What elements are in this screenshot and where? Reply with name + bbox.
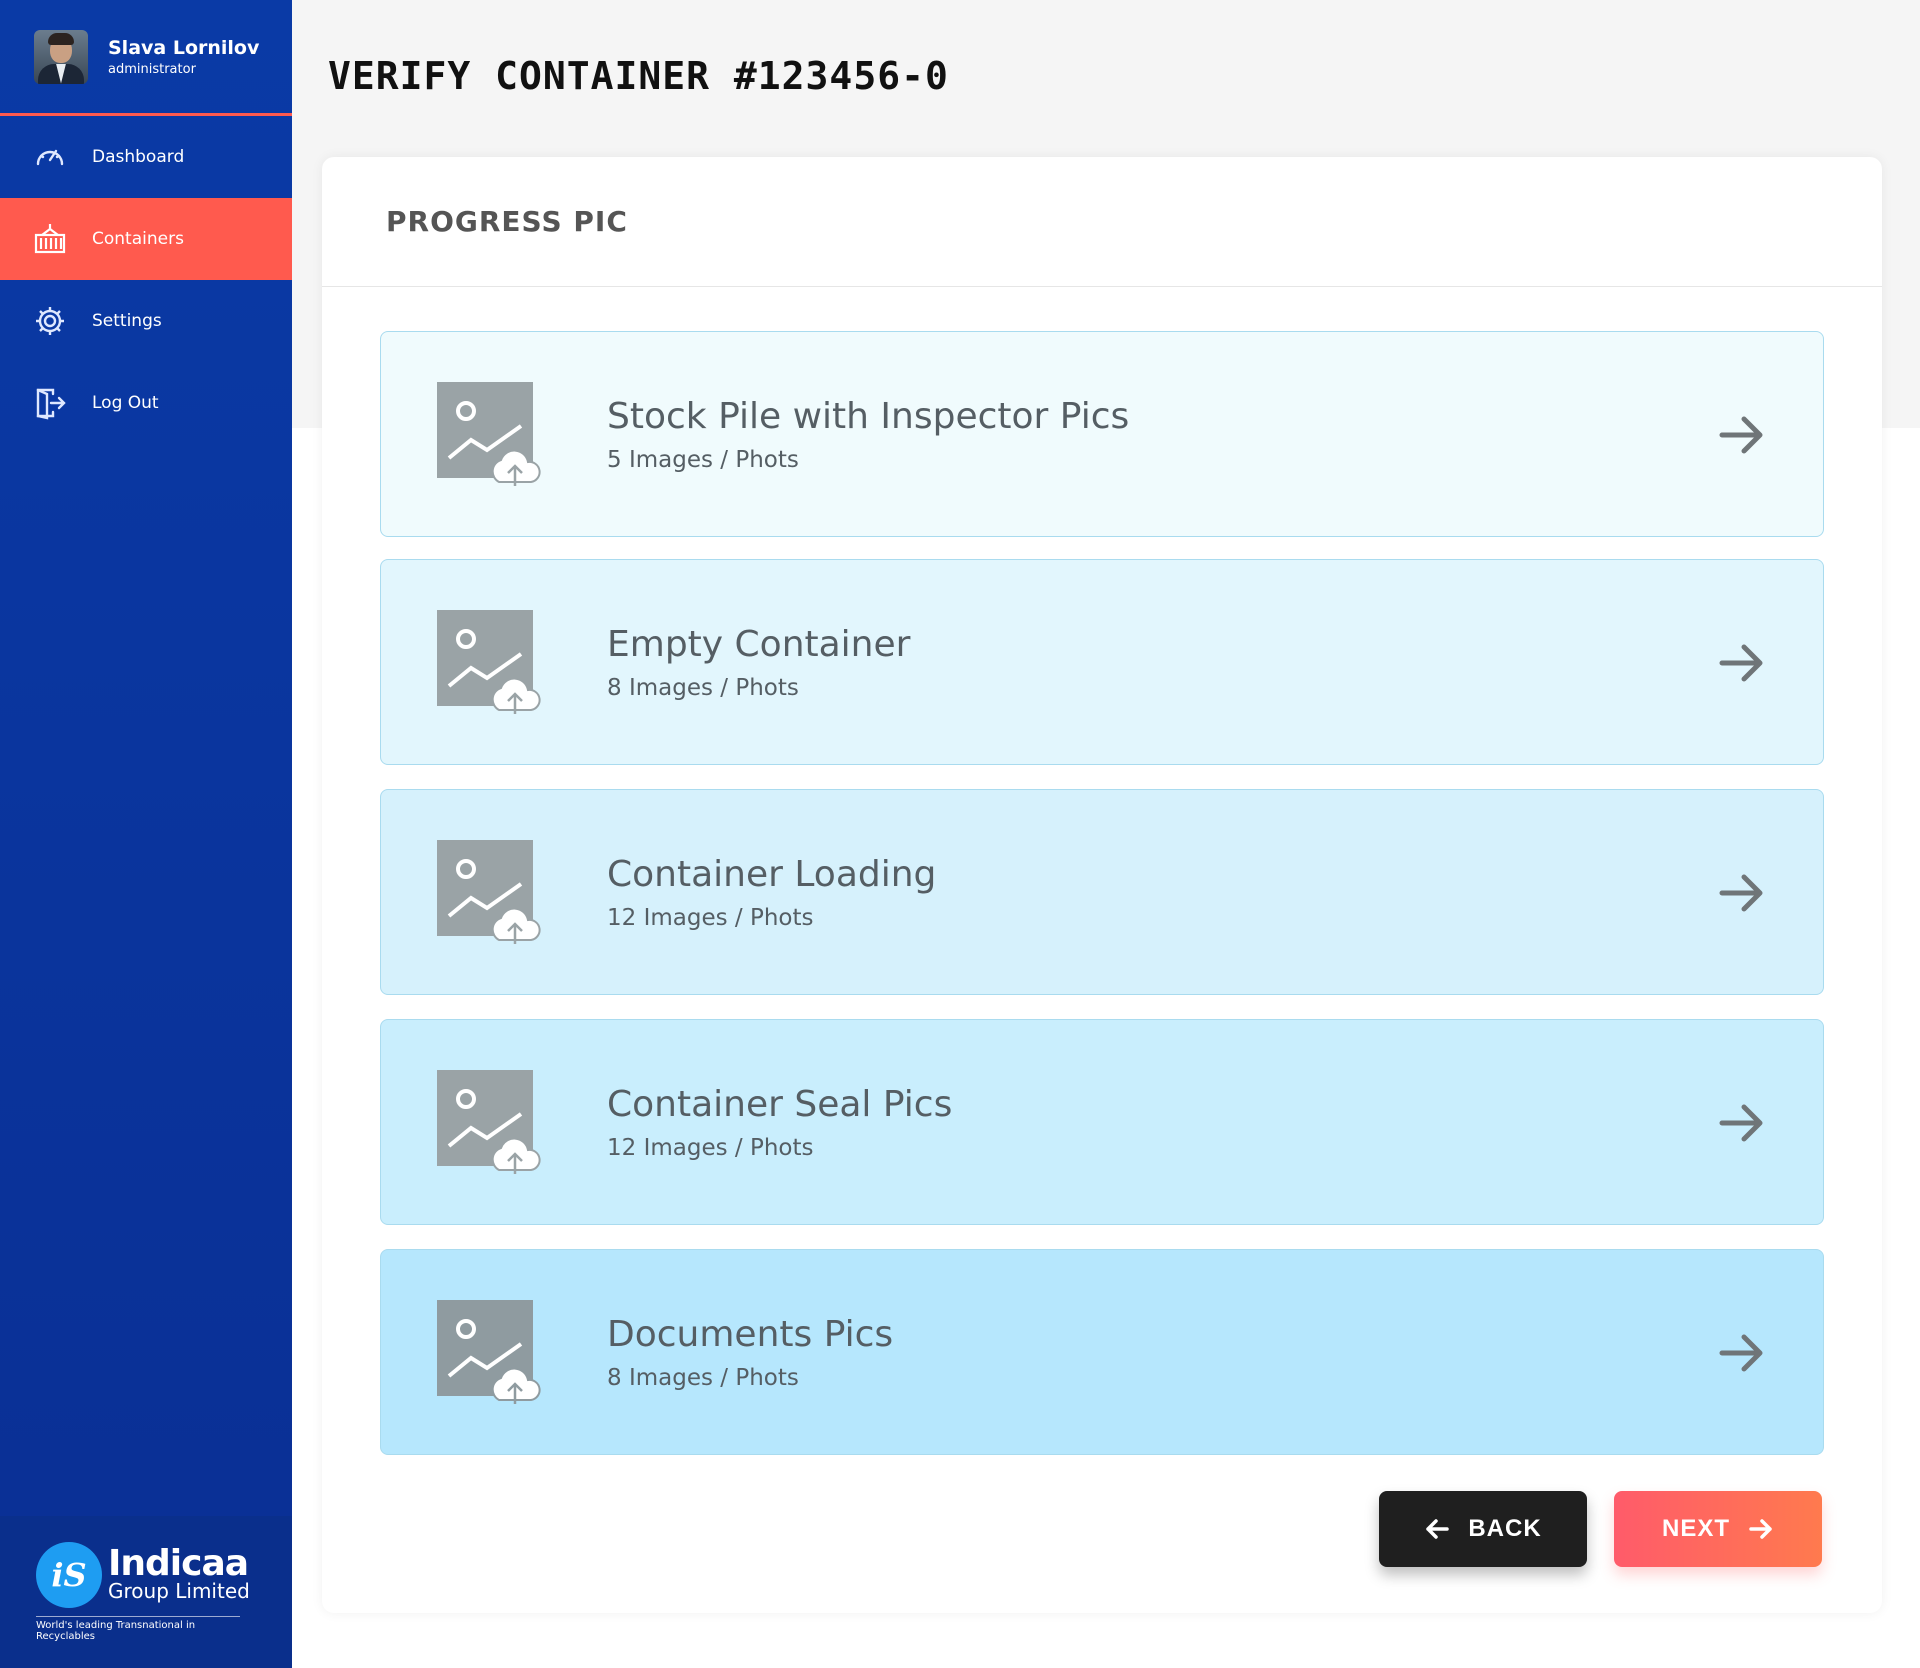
image-upload-icon — [437, 610, 541, 714]
card-title: Stock Pile with Inspector Pics — [607, 396, 1130, 437]
back-button[interactable]: BACK — [1379, 1491, 1587, 1567]
brand-tagline: World's leading Transnational in Recycla… — [36, 1616, 240, 1642]
card-title: Empty Container — [607, 624, 911, 665]
card-title: Container Loading — [607, 854, 937, 895]
card-count: 8 Images / Phots — [607, 675, 799, 701]
sidebar-nav: Dashboard Containers Settings Log Out — [0, 116, 292, 444]
container-icon — [32, 221, 68, 257]
gear-icon — [32, 303, 68, 339]
sidebar-item-label: Dashboard — [92, 147, 185, 167]
image-upload-icon — [437, 1070, 541, 1174]
arrow-right-icon — [1749, 1519, 1772, 1539]
card-title: Documents Pics — [607, 1314, 894, 1355]
arrow-right-icon[interactable] — [1717, 410, 1767, 460]
globe-logo-icon: iS — [36, 1542, 102, 1608]
upload-card-container-loading[interactable]: Container Loading 12 Images / Phots — [380, 789, 1824, 995]
card-count: 5 Images / Phots — [607, 447, 799, 473]
next-button[interactable]: NEXT — [1614, 1491, 1822, 1567]
avatar — [34, 29, 88, 84]
image-upload-icon — [437, 382, 541, 486]
panel-header: PROGRESS PIC — [322, 157, 1882, 287]
arrow-right-icon[interactable] — [1717, 868, 1767, 918]
arrow-left-icon — [1426, 1519, 1450, 1539]
arrow-right-icon[interactable] — [1717, 638, 1767, 688]
back-button-label: BACK — [1468, 1515, 1542, 1542]
next-button-label: NEXT — [1661, 1515, 1730, 1542]
image-upload-icon — [437, 840, 541, 944]
card-count: 12 Images / Phots — [607, 905, 814, 931]
card-title: Container Seal Pics — [607, 1084, 953, 1125]
card-count: 8 Images / Phots — [607, 1365, 799, 1391]
user-role: administrator — [108, 62, 196, 77]
card-count: 12 Images / Phots — [607, 1135, 814, 1161]
panel-title: PROGRESS PIC — [386, 205, 628, 238]
sidebar-item-dashboard[interactable]: Dashboard — [0, 116, 292, 198]
progress-pic-panel: PROGRESS PIC Stock Pile with Inspector P… — [322, 157, 1882, 1613]
sidebar-item-label: Containers — [92, 229, 184, 249]
upload-card-stock-pile[interactable]: Stock Pile with Inspector Pics 5 Images … — [380, 331, 1824, 537]
user-name: Slava Lornilov — [108, 37, 260, 59]
sidebar-item-label: Log Out — [92, 393, 159, 413]
brand-name: Indicaa — [108, 1543, 249, 1584]
sidebar-item-logout[interactable]: Log Out — [0, 362, 292, 444]
sidebar-item-label: Settings — [92, 311, 162, 331]
brand-sub: Group Limited — [108, 1579, 250, 1603]
logout-icon — [32, 385, 68, 421]
speedometer-icon — [32, 139, 68, 175]
upload-card-empty-container[interactable]: Empty Container 8 Images / Phots — [380, 559, 1824, 765]
sidebar-item-settings[interactable]: Settings — [0, 280, 292, 362]
user-profile[interactable]: Slava Lornilov administrator — [0, 0, 292, 116]
sidebar: Slava Lornilov administrator Dashboard C… — [0, 0, 292, 1668]
brand-logo: iS Indicaa Group Limited World's leading… — [0, 1516, 292, 1668]
image-upload-icon — [437, 1300, 541, 1404]
page-title: VERIFY CONTAINER #123456-0 — [328, 54, 949, 98]
sidebar-item-containers[interactable]: Containers — [0, 198, 292, 280]
arrow-right-icon[interactable] — [1717, 1098, 1767, 1148]
upload-card-container-seal[interactable]: Container Seal Pics 12 Images / Phots — [380, 1019, 1824, 1225]
arrow-right-icon[interactable] — [1717, 1328, 1767, 1378]
upload-card-documents[interactable]: Documents Pics 8 Images / Phots — [380, 1249, 1824, 1455]
